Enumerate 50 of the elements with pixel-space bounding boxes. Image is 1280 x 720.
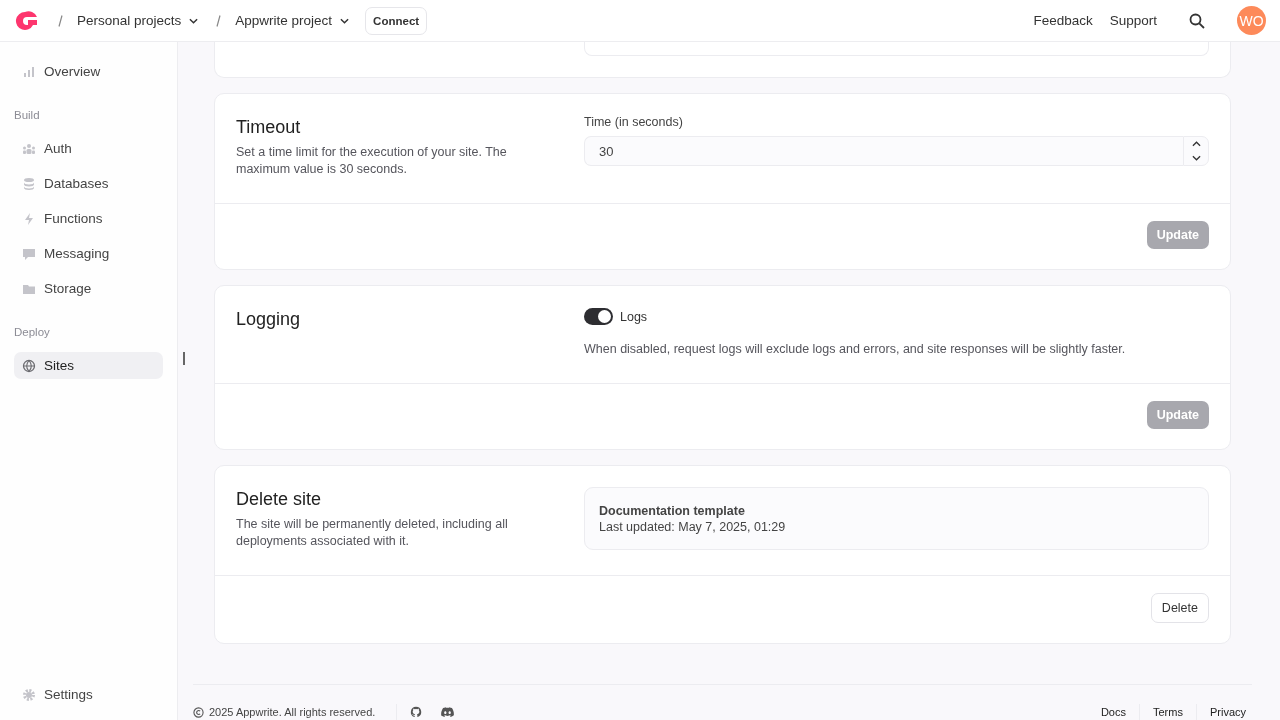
breadcrumb-dropdown[interactable]: Appwrite project: [235, 13, 350, 28]
nav-item[interactable]: Storage: [14, 275, 163, 302]
increment-icon[interactable]: [1191, 141, 1201, 147]
nav-item[interactable]: Overview: [14, 58, 163, 85]
nav-item[interactable]: Auth: [14, 135, 163, 162]
bar-chart-icon: [22, 64, 36, 79]
header-link[interactable]: Support: [1109, 13, 1157, 28]
card-description: Set a time limit for the execution of your site. The maximum value is 30 seconds.: [236, 144, 508, 178]
field-label: Time (in seconds): [584, 115, 684, 129]
card-description: The site will be permanently deleted, including all deployments associated with it.: [236, 516, 509, 550]
connect-button[interactable]: Connect: [365, 6, 428, 35]
breadcrumb-separator: [58, 14, 63, 27]
chevron-down-icon: [340, 17, 350, 24]
breadcrumb-dropdown[interactable]: Personal projects: [77, 13, 199, 28]
section-label: Build: [14, 108, 41, 123]
database-icon: [22, 176, 36, 191]
setting-description: When disabled, request logs will exclude logs and errors, and site responses will be slightly faster.: [584, 341, 1127, 358]
footer-link[interactable]: Privacy: [1209, 706, 1246, 718]
resize-handle[interactable]: [183, 352, 185, 365]
nav-item[interactable]: Functions: [14, 205, 163, 232]
users-icon: [22, 141, 36, 156]
spinner-buttons[interactable]: [1183, 136, 1209, 166]
toggle-label: Logs: [620, 309, 648, 324]
chat-bubble-icon: [22, 246, 36, 261]
globe-icon: [22, 358, 36, 373]
card-title: Timeout: [236, 117, 302, 138]
site-name: Documentation template: [599, 504, 746, 518]
nav-item[interactable]: Databases: [14, 170, 163, 197]
github-icon[interactable]: [410, 706, 423, 718]
gear-icon: [22, 687, 36, 702]
decrement-icon[interactable]: [1191, 155, 1201, 161]
nav-item[interactable]: Sites: [14, 352, 163, 379]
copyright-icon: [193, 706, 204, 718]
card-title: Delete site: [236, 489, 323, 510]
section-label: Deploy: [14, 325, 51, 340]
lightning-icon: [22, 211, 36, 226]
chevron-down-icon: [189, 17, 199, 24]
copyright-text: 2025 Appwrite. All rights reserved.: [209, 706, 376, 718]
discord-icon[interactable]: [441, 707, 455, 717]
last-updated-text: Last updated: May 7, 2025, 01:29: [599, 520, 787, 534]
nav-item[interactable]: Messaging: [14, 240, 163, 267]
search-icon[interactable]: [1189, 12, 1205, 29]
card-title: Logging: [236, 309, 302, 330]
header-link[interactable]: Feedback: [1033, 13, 1093, 28]
footer-link[interactable]: Terms: [1153, 706, 1183, 718]
settings-nav-item[interactable]: Settings: [14, 681, 163, 708]
logo-icon[interactable]: [14, 10, 38, 31]
breadcrumb-separator: [216, 14, 222, 27]
footer-link[interactable]: Docs: [1100, 706, 1126, 718]
delete-button[interactable]: Delete: [1150, 593, 1209, 623]
